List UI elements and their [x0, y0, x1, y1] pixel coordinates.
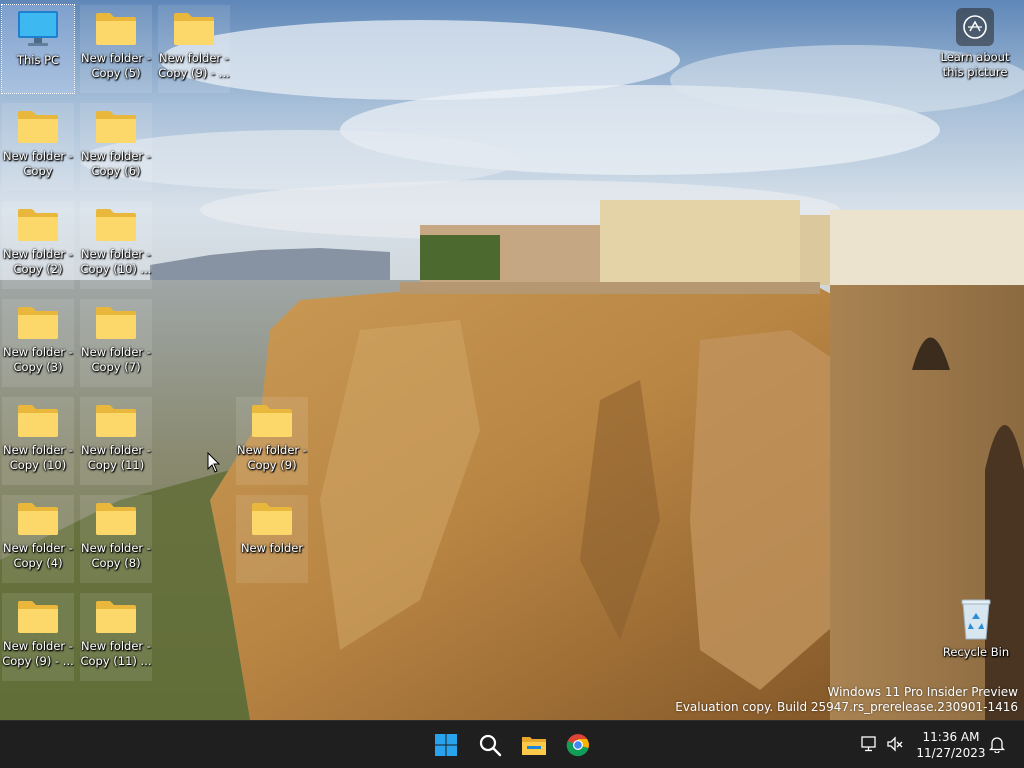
desktop-icon-folder[interactable]: New folder - Copy (10) ... — [80, 201, 152, 289]
start-button[interactable] — [428, 727, 464, 763]
clock-time: 11:36 AM — [922, 730, 980, 744]
folder-icon — [96, 601, 136, 633]
learn-about-label: Learn about this picture — [940, 50, 1010, 79]
notification-bell-icon[interactable] — [988, 735, 1006, 753]
watermark-build: Evaluation copy. Build 25947.rs_prerelea… — [675, 700, 1018, 714]
folder-icon — [96, 307, 136, 339]
taskbar: 11:36 AM 11/27/2023 — [0, 720, 1024, 768]
desktop-icon-recycle-bin[interactable]: Recycle Bin — [938, 593, 1014, 681]
windows-logo-icon — [435, 734, 457, 756]
folder-icon — [18, 503, 58, 535]
icon-label: New folder — [240, 541, 304, 555]
desktop-icon-folder[interactable]: New folder - Copy (10) — [2, 397, 74, 485]
icon-label: New folder - Copy (11) — [81, 443, 151, 472]
desktop-icon-folder[interactable]: New folder — [236, 495, 308, 583]
folder-icon — [18, 111, 58, 143]
desktop-icon-folder[interactable]: New folder - Copy (8) — [80, 495, 152, 583]
folder-icon — [18, 601, 58, 633]
icon-label: New folder - Copy (2) — [3, 247, 73, 276]
folder-icon — [96, 111, 136, 143]
desktop-wallpaper — [0, 0, 1024, 720]
desktop-icon-folder[interactable]: New folder - Copy (11) — [80, 397, 152, 485]
folder-icon — [18, 209, 58, 241]
folder-icon — [96, 405, 136, 437]
icon-label: New folder - Copy (3) — [3, 345, 73, 374]
search-button[interactable] — [472, 727, 508, 763]
watermark-edition: Windows 11 Pro Insider Preview — [827, 685, 1018, 699]
icon-label: New folder - Copy (10) — [3, 443, 73, 472]
desktop-icon-folder[interactable]: New folder - Copy — [2, 103, 74, 191]
desktop-icon-folder[interactable]: New folder - Copy (9) - ... — [158, 5, 230, 93]
desktop-icon-folder[interactable]: New folder - Copy (11) ... — [80, 593, 152, 681]
folder-icon — [252, 503, 292, 535]
network-icon[interactable] — [860, 735, 878, 753]
this-pc-icon — [18, 11, 58, 46]
icon-label: New folder - Copy (9) - ... — [158, 51, 230, 80]
icon-label: New folder - Copy (7) — [81, 345, 151, 374]
learn-about-button[interactable] — [956, 8, 994, 46]
icon-label: New folder - Copy (8) — [81, 541, 151, 570]
desktop-icon-folder[interactable]: New folder - Copy (4) — [2, 495, 74, 583]
folder-icon — [96, 503, 136, 535]
icon-label: This PC — [16, 53, 60, 67]
mouse-cursor-icon — [207, 452, 221, 473]
icon-label: New folder - Copy (4) — [3, 541, 73, 570]
icon-label: New folder - Copy (9) - ... — [2, 639, 74, 668]
icon-label: New folder - Copy (9) — [237, 443, 307, 472]
camera-aperture-icon — [963, 15, 987, 39]
recycle-bin-icon — [961, 599, 991, 640]
windows-watermark: Windows 11 Pro Insider Preview Evaluatio… — [675, 685, 1018, 715]
desktop-icon-this-pc[interactable]: This PC — [1, 4, 75, 94]
learn-about-this-picture[interactable]: Learn about this picture — [934, 8, 1016, 80]
icon-label: New folder - Copy (11) ... — [80, 639, 152, 668]
folder-icon — [174, 13, 214, 45]
icon-label: New folder - Copy (5) — [81, 51, 151, 80]
chrome-button[interactable] — [560, 727, 596, 763]
search-icon — [479, 734, 502, 757]
volume-muted-icon[interactable] — [886, 735, 904, 753]
icon-label: Recycle Bin — [942, 645, 1010, 659]
icon-label: New folder - Copy — [3, 149, 73, 178]
folder-icon — [96, 13, 136, 45]
file-explorer-button[interactable] — [516, 727, 552, 763]
desktop-icon-folder[interactable]: New folder - Copy (7) — [80, 299, 152, 387]
desktop-icon-folder[interactable]: New folder - Copy (2) — [2, 201, 74, 289]
clock-date: 11/27/2023 — [916, 746, 986, 760]
file-explorer-icon — [522, 737, 546, 755]
desktop-icon-folder[interactable]: New folder - Copy (9) - ... — [2, 593, 74, 681]
desktop-icon-folder[interactable]: New folder - Copy (6) — [80, 103, 152, 191]
folder-icon — [18, 405, 58, 437]
folder-icon — [96, 209, 136, 241]
desktop-icon-folder[interactable]: New folder - Copy (5) — [80, 5, 152, 93]
desktop-icon-folder[interactable]: New folder - Copy (3) — [2, 299, 74, 387]
icon-label: New folder - Copy (10) ... — [80, 247, 152, 276]
taskbar-clock[interactable]: 11:36 AM 11/27/2023 — [912, 729, 990, 761]
icon-label: New folder - Copy (6) — [81, 149, 151, 178]
folder-icon — [18, 307, 58, 339]
chrome-icon — [566, 734, 589, 757]
desktop-icon-folder[interactable]: New folder - Copy (9) — [236, 397, 308, 485]
folder-icon — [252, 405, 292, 437]
